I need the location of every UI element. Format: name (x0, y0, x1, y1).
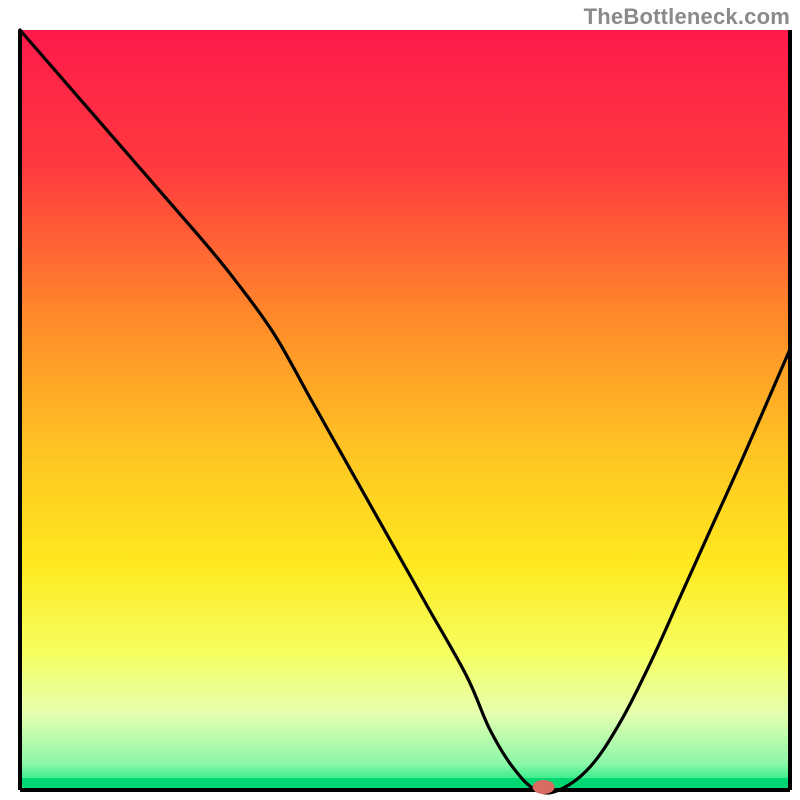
optimal-point-marker (533, 780, 555, 794)
gradient-background (20, 30, 790, 790)
chart-container: TheBottleneck.com (0, 0, 800, 800)
watermark-text: TheBottleneck.com (584, 4, 790, 30)
plot-area (20, 30, 790, 794)
chart-svg (0, 0, 800, 800)
